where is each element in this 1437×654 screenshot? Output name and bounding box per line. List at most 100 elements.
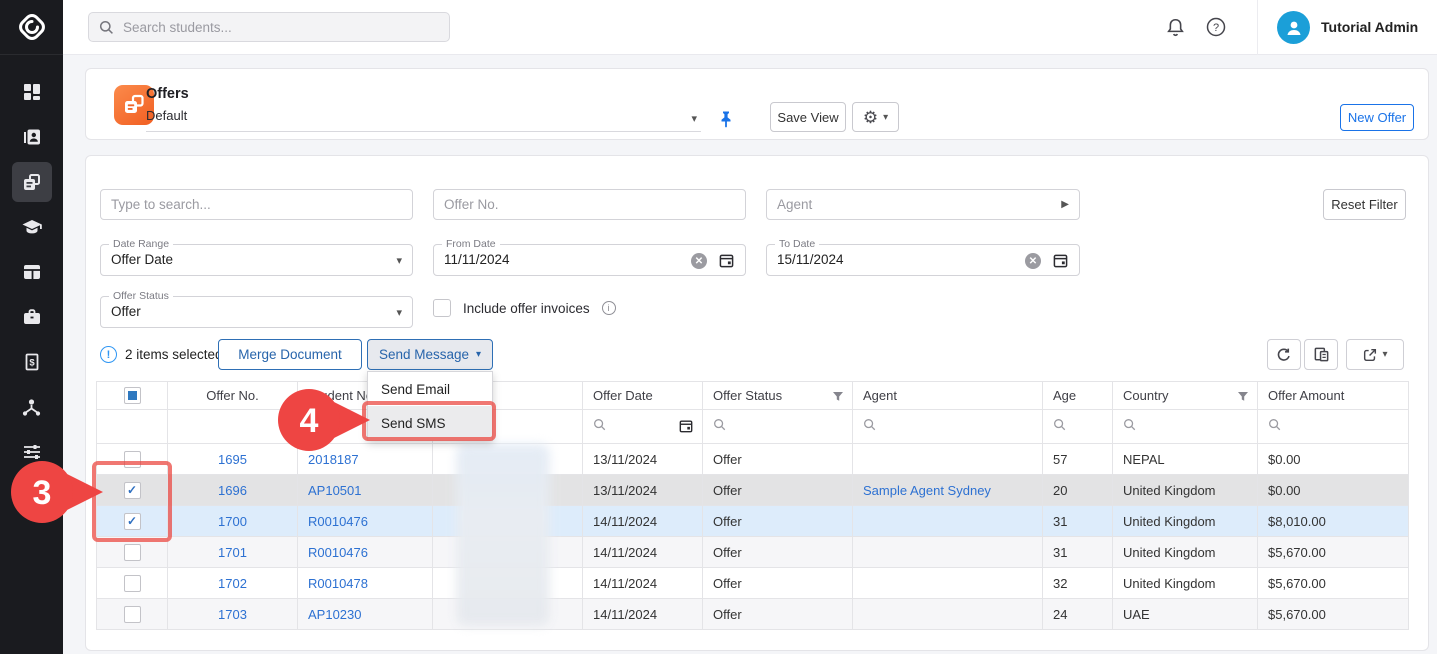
col-country[interactable]: Country [1113,382,1258,410]
table-row[interactable]: 1696AP1050113/11/2024OfferSample Agent S… [97,475,1409,506]
search-country[interactable] [1113,410,1258,444]
send-message-button[interactable]: Send Message ▾ [367,339,493,370]
link-student-no[interactable]: 2018187 [308,452,359,467]
cell-offer-no[interactable]: 1700 [168,506,298,537]
cell-offer-date: 14/11/2024 [583,506,703,537]
to-date-value: 15/11/2024 [777,252,844,267]
col-agent[interactable]: Agent [853,382,1043,410]
cell-offer-no[interactable]: 1696 [168,475,298,506]
sidebar-item-courses[interactable] [12,207,52,247]
row-checkbox-cell[interactable] [97,599,168,630]
reset-filter-button[interactable]: Reset Filter [1323,189,1406,220]
link-offer-no[interactable]: 1695 [218,452,247,467]
link-offer-no[interactable]: 1702 [218,576,247,591]
sidebar-item-agents[interactable] [12,387,52,427]
offer-status-select[interactable]: Offer Status Offer ▾ [100,296,413,328]
calendar-icon[interactable] [679,419,693,436]
cell-student-no[interactable]: R0010476 [298,537,433,568]
cell-student-no[interactable]: R0010478 [298,568,433,599]
cell-student-no[interactable]: AP10501 [298,475,433,506]
view-settings-button[interactable]: ⚙ ▾ [852,102,899,132]
table-row[interactable]: 1701R001047614/11/2024Offer31United King… [97,537,1409,568]
from-date-field[interactable]: From Date 11/11/2024 ✕ [433,244,746,276]
row-checkbox[interactable] [124,606,141,623]
sidebar-item-dashboard[interactable] [12,72,52,112]
clear-icon[interactable]: ✕ [691,253,707,269]
cell-student-no[interactable]: AP10230 [298,599,433,630]
agent-filter-select[interactable]: Agent ▶ [766,189,1080,220]
sidebar-item-invoices[interactable]: $ [12,342,52,382]
export-icon [1362,347,1378,363]
student-search-input[interactable]: Search students... [88,12,450,42]
link-student-no[interactable]: R0010476 [308,514,368,529]
search-offer-date[interactable] [583,410,703,444]
date-range-select[interactable]: Date Range Offer Date ▾ [100,244,413,276]
cell-offer-date: 14/11/2024 [583,599,703,630]
clear-icon[interactable]: ✕ [1025,253,1041,269]
link-student-no[interactable]: R0010476 [308,545,368,560]
row-checkbox[interactable] [124,575,141,592]
calendar-icon[interactable] [1053,253,1068,273]
select-all-checkbox[interactable] [124,387,141,404]
link-student-no[interactable]: R0010478 [308,576,368,591]
merge-document-button[interactable]: Merge Document [218,339,362,370]
cell-agent [853,568,1043,599]
link-offer-no[interactable]: 1700 [218,514,247,529]
link-offer-no[interactable]: 1703 [218,607,247,622]
cell-offer-date: 14/11/2024 [583,568,703,599]
col-age[interactable]: Age [1043,382,1113,410]
link-student-no[interactable]: AP10501 [308,483,362,498]
grid-search-input[interactable]: Type to search... [100,189,413,220]
col-offer-amount[interactable]: Offer Amount [1258,382,1409,410]
select-all-checkbox-cell[interactable] [97,382,168,410]
pin-view-button[interactable] [714,107,738,131]
table-row[interactable]: 1702R001047814/11/2024Offer32United King… [97,568,1409,599]
cell-offer-no[interactable]: 1701 [168,537,298,568]
row-checkbox[interactable] [124,544,141,561]
cell-student-no[interactable]: R0010476 [298,506,433,537]
column-chooser-button[interactable] [1304,339,1338,370]
table-row[interactable]: 1703AP1023014/11/2024Offer24UAE$5,670.00 [97,599,1409,630]
search-offer-status[interactable] [703,410,853,444]
filter-funnel-icon[interactable] [832,390,844,405]
help-button[interactable]: ? [1204,15,1228,39]
col-offer-status[interactable]: Offer Status [703,382,853,410]
row-checkbox-cell[interactable] [97,568,168,599]
sidebar-item-offers[interactable] [12,162,52,202]
link-offer-no[interactable]: 1696 [218,483,247,498]
table-row[interactable]: 1700R001047614/11/2024Offer31United King… [97,506,1409,537]
to-date-label: To Date [775,238,819,250]
search-age[interactable] [1043,410,1113,444]
sidebar-item-jobs[interactable] [12,297,52,337]
sidebar-item-contacts[interactable] [12,117,52,157]
col-offer-date[interactable]: Offer Date [583,382,703,410]
refresh-button[interactable] [1267,339,1301,370]
to-date-field[interactable]: To Date 15/11/2024 ✕ [766,244,1080,276]
app-logo-icon[interactable] [0,0,63,55]
cell-offer-status: Offer [703,568,853,599]
new-offer-button[interactable]: New Offer [1340,104,1414,131]
sidebar-item-boards[interactable] [12,252,52,292]
include-invoices-checkbox[interactable] [433,299,451,317]
save-view-button[interactable]: Save View [770,102,846,132]
cell-agent [853,444,1043,475]
date-range-label: Date Range [109,238,173,250]
link-student-no[interactable]: AP10230 [308,607,362,622]
view-selector-value: Default [146,108,187,123]
offer-no-filter-input[interactable]: Offer No. [433,189,746,220]
notifications-button[interactable] [1163,15,1187,39]
filter-funnel-icon[interactable] [1237,390,1249,405]
search-icon [1123,418,1137,432]
link-offer-no[interactable]: 1701 [218,545,247,560]
cell-offer-no[interactable]: 1702 [168,568,298,599]
link-agent[interactable]: Sample Agent Sydney [863,483,991,498]
user-avatar[interactable] [1277,11,1310,44]
cell-offer-no[interactable]: 1703 [168,599,298,630]
export-button[interactable]: ▾ [1346,339,1404,370]
cell-agent[interactable]: Sample Agent Sydney [853,475,1043,506]
view-selector[interactable]: Default ▾ [146,108,701,132]
contacts-icon [22,127,42,147]
calendar-icon[interactable] [719,253,734,273]
search-agent[interactable] [853,410,1043,444]
search-offer-amount[interactable] [1258,410,1409,444]
